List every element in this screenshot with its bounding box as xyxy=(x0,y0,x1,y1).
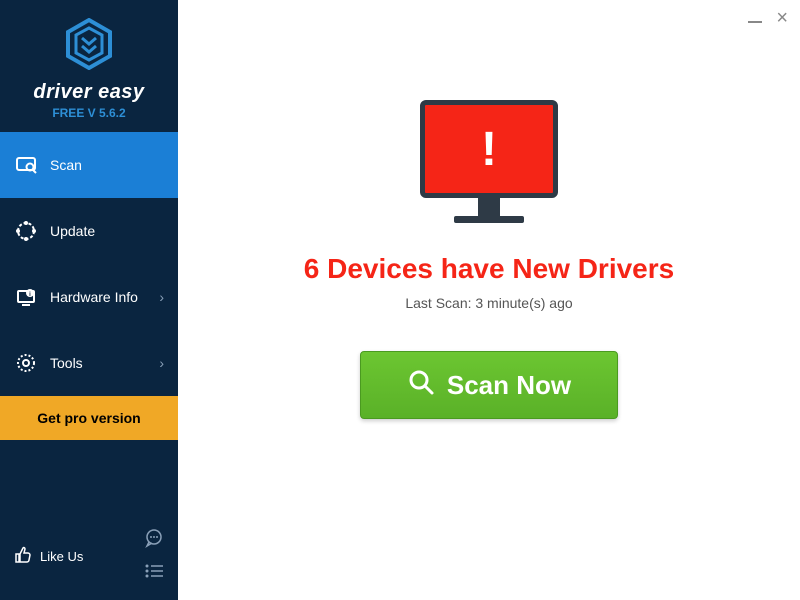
headline: 6 Devices have New Drivers xyxy=(304,253,674,285)
update-icon xyxy=(14,220,38,242)
sidebar-bottom: Like Us xyxy=(0,516,178,600)
nav: Scan Update xyxy=(0,132,178,516)
window-controls: × xyxy=(748,8,788,28)
sidebar-item-scan[interactable]: Scan xyxy=(0,132,178,198)
chevron-right-icon: › xyxy=(159,355,164,371)
thumbs-up-icon xyxy=(14,546,32,567)
menu-icon[interactable] xyxy=(144,563,164,584)
logo-icon xyxy=(64,18,114,75)
main-content: × ! 6 Devices have New Drivers Last Scan… xyxy=(178,0,800,600)
scan-icon xyxy=(14,154,38,176)
get-pro-button[interactable]: Get pro version xyxy=(0,396,178,440)
monitor-base xyxy=(454,216,524,223)
sidebar: driver easy FREE V 5.6.2 Scan xyxy=(0,0,178,600)
sidebar-item-label: Scan xyxy=(50,157,82,173)
sidebar-item-tools[interactable]: Tools › xyxy=(0,330,178,396)
sidebar-item-label: Hardware Info xyxy=(50,289,138,305)
chevron-right-icon: › xyxy=(159,289,164,305)
logo-area: driver easy FREE V 5.6.2 xyxy=(0,0,178,132)
feedback-icon[interactable] xyxy=(144,528,164,553)
scan-now-button[interactable]: Scan Now xyxy=(360,351,618,419)
sidebar-item-update[interactable]: Update xyxy=(0,198,178,264)
search-icon xyxy=(407,368,435,403)
monitor-stand xyxy=(478,198,500,216)
tools-icon xyxy=(14,352,38,374)
get-pro-label: Get pro version xyxy=(37,410,140,426)
brand-name: driver easy xyxy=(0,81,178,104)
sidebar-item-label: Update xyxy=(50,223,95,239)
app-window: driver easy FREE V 5.6.2 Scan xyxy=(0,0,800,600)
version-label: FREE V 5.6.2 xyxy=(0,106,178,120)
like-us-button[interactable]: Like Us xyxy=(14,546,83,567)
sidebar-item-label: Tools xyxy=(50,355,83,371)
minimize-button[interactable] xyxy=(748,21,762,23)
hardware-info-icon: i xyxy=(14,286,38,308)
last-scan-text: Last Scan: 3 minute(s) ago xyxy=(405,295,572,311)
exclamation-icon: ! xyxy=(481,122,497,177)
alert-monitor-graphic: ! xyxy=(420,100,558,223)
close-button[interactable]: × xyxy=(776,8,788,28)
scan-now-label: Scan Now xyxy=(447,370,571,401)
sidebar-item-hardware-info[interactable]: i Hardware Info › xyxy=(0,264,178,330)
like-us-label: Like Us xyxy=(40,549,83,564)
bottom-icons xyxy=(144,528,164,584)
monitor-screen-icon: ! xyxy=(420,100,558,198)
